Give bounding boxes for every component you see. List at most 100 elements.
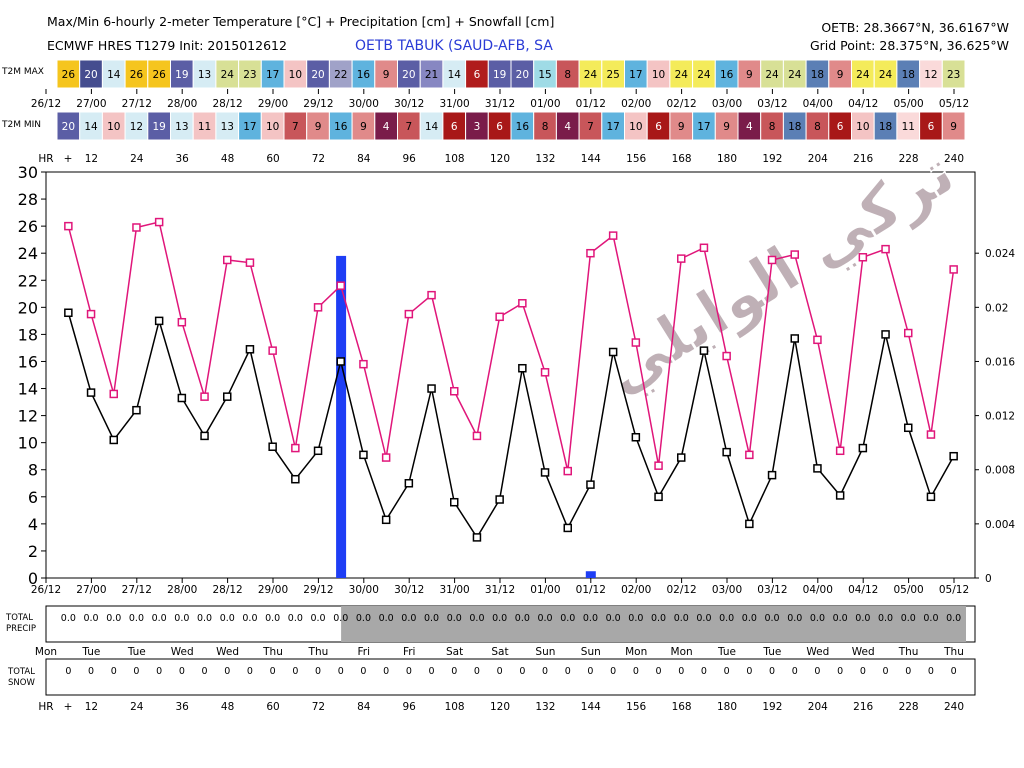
min-strip-value: 13 xyxy=(221,121,234,133)
y-left-tick-label: 6 xyxy=(28,488,38,507)
min-temp-point xyxy=(381,515,391,525)
snow-total-value: 0 xyxy=(519,666,525,677)
day-label: Wed xyxy=(216,646,239,658)
min-strip-value: 18 xyxy=(788,121,801,133)
precip-total-value: 0.0 xyxy=(515,613,530,624)
bottom-hr-value: 36 xyxy=(176,701,190,713)
max-temp-point xyxy=(359,359,368,369)
bottom-hr-value: 192 xyxy=(762,701,782,713)
min-temp-point xyxy=(608,347,618,357)
min-strip-value: 7 xyxy=(292,121,299,133)
day-label: Mon xyxy=(35,646,57,658)
snow-total-value: 0 xyxy=(587,666,593,677)
min-strip-label: T2M MIN xyxy=(1,120,41,130)
snow-total-value: 0 xyxy=(542,666,548,677)
meteogram: T2M MAX 26 20 14 26 26 19 13 24 23 17 10 20 22 16 9 20 21… xyxy=(1,59,1015,713)
max-temp-point xyxy=(699,243,709,253)
max-strip-value: 26 xyxy=(62,69,76,81)
min-strip-value: 7 xyxy=(587,121,594,133)
precip-total-value: 0.0 xyxy=(447,613,462,624)
max-strip-value: 16 xyxy=(357,69,371,81)
max-strip-value: 24 xyxy=(788,69,802,81)
min-strip-value: 8 xyxy=(769,121,776,133)
min-temp-point xyxy=(223,392,232,401)
strip-date-label: 30/00 xyxy=(349,98,379,110)
snow-total-value: 0 xyxy=(338,666,344,677)
precip-total-value: 0.0 xyxy=(401,613,416,624)
min-temp-point xyxy=(677,453,686,462)
min-temp-point xyxy=(109,435,118,445)
min-temp-point xyxy=(268,442,277,451)
strip-date-label: 26/12 xyxy=(31,98,61,110)
min-strip-value: 16 xyxy=(334,121,348,133)
snow-total-value: 0 xyxy=(133,666,139,677)
precip-panel-label: PRECIP xyxy=(6,624,36,634)
strip-hr-value: 36 xyxy=(176,153,190,165)
min-strip-value: 9 xyxy=(950,121,957,133)
snow-total-value: 0 xyxy=(383,666,389,677)
max-strip-value: 9 xyxy=(383,69,390,81)
min-temp-point xyxy=(359,450,368,460)
max-strip-value: 20 xyxy=(84,69,97,81)
max-temp-point xyxy=(949,265,958,274)
max-temp-point xyxy=(608,231,618,240)
snow-total-value: 0 xyxy=(156,666,162,677)
min-strip-value: 4 xyxy=(383,121,390,133)
max-strip-value: 20 xyxy=(516,69,529,81)
x-date-label: 29/00 xyxy=(258,584,288,596)
min-strip-value: 4 xyxy=(746,121,753,133)
precip-total-value: 0.0 xyxy=(764,613,779,624)
strip-date-label: 27/12 xyxy=(122,98,152,110)
strip-hr-start: + xyxy=(64,153,73,165)
strip-date-label: 01/12 xyxy=(576,98,606,110)
precip-total-value: 0.0 xyxy=(810,613,825,624)
bottom-hr-value: 132 xyxy=(535,701,555,713)
min-strip-value: 6 xyxy=(928,121,935,133)
y-right-tick-label: 0.02 xyxy=(985,302,1008,314)
precip-total-value: 0.0 xyxy=(152,613,167,624)
x-date-label: 30/00 xyxy=(349,584,379,596)
max-strip-value: 23 xyxy=(243,69,256,81)
strip-date-label: 31/00 xyxy=(439,98,469,110)
precip-total-value: 0.0 xyxy=(83,613,98,624)
day-label: Tue xyxy=(762,646,781,658)
precip-total-value: 0.0 xyxy=(469,613,484,624)
min-temp-point xyxy=(631,433,641,442)
strip-hr-value: 240 xyxy=(944,153,964,165)
precip-total-value: 0.0 xyxy=(129,613,144,624)
y-right-tick-label: 0.004 xyxy=(985,519,1015,531)
strip-date-label: 29/12 xyxy=(303,98,333,110)
min-temp-point xyxy=(881,330,890,339)
strip-hr-value: 132 xyxy=(535,153,555,165)
strip-date-label: 04/12 xyxy=(848,98,878,110)
max-temp-point xyxy=(245,258,255,267)
min-strip-value: 11 xyxy=(902,121,915,133)
snow-total-value: 0 xyxy=(360,666,366,677)
max-temp-point xyxy=(677,254,686,263)
precip-total-value: 0.0 xyxy=(220,613,235,624)
max-strip-value: 24 xyxy=(765,69,779,81)
max-temp-point xyxy=(586,248,595,258)
min-strip-value: 11 xyxy=(198,121,211,133)
snow-total-value: 0 xyxy=(565,666,571,677)
y-left-tick-label: 20 xyxy=(18,298,38,317)
max-temp-point xyxy=(631,338,641,347)
precip-total-value: 0.0 xyxy=(424,613,439,624)
strip-hr-value: 24 xyxy=(130,153,144,165)
max-strip-value: 9 xyxy=(746,69,753,81)
min-temp-point xyxy=(790,334,799,343)
bottom-hr-label: HR xyxy=(38,701,53,713)
min-strip-value: 6 xyxy=(837,121,844,133)
precip-total-value: 0.0 xyxy=(242,613,257,624)
min-strip-value: 6 xyxy=(451,121,458,133)
y-right-tick-label: 0.024 xyxy=(985,248,1015,260)
strip-hr-value: 48 xyxy=(221,153,234,165)
precip-total-value: 0.0 xyxy=(946,613,961,624)
snow-total-value: 0 xyxy=(746,666,752,677)
min-temp-point xyxy=(404,479,414,488)
min-temp-point xyxy=(835,491,845,500)
max-strip-label: T2M MAX xyxy=(1,67,44,77)
precip-total-value: 0.0 xyxy=(356,613,371,624)
max-temp-point xyxy=(563,466,572,476)
max-strip-value: 19 xyxy=(175,69,188,81)
